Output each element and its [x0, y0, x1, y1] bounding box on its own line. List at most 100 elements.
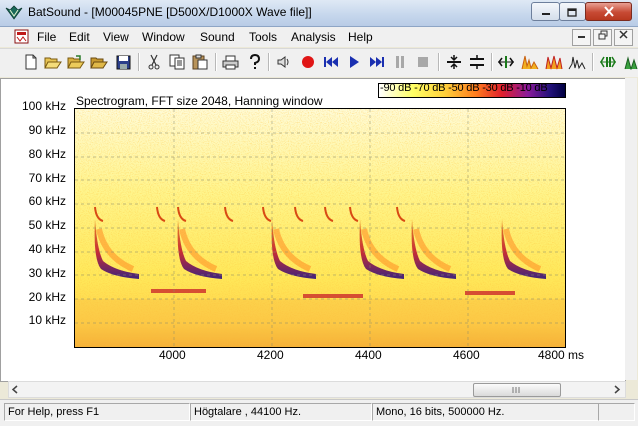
- maximize-button[interactable]: [559, 2, 586, 21]
- output-button[interactable]: [274, 52, 294, 72]
- title-bar[interactable]: BatSound - [M00045PNE [D500X/D1000X Wave…: [0, 0, 638, 27]
- record-icon: [302, 56, 314, 68]
- record-button[interactable]: [298, 52, 318, 72]
- power-spectrum-button[interactable]: [567, 52, 587, 72]
- pulse-icon: [600, 56, 616, 68]
- copy-button[interactable]: [167, 52, 187, 72]
- y-tick-label: 30 kHz: [28, 266, 66, 280]
- close-icon: [619, 30, 628, 39]
- pulse-button[interactable]: [598, 52, 618, 72]
- help-icon: [250, 54, 261, 69]
- marker-icon: [498, 56, 514, 68]
- spectrogram-canvas: [75, 109, 565, 347]
- menu-bar: File Edit View Window Sound Tools Analys…: [0, 27, 638, 47]
- spectrum-icon: [624, 56, 638, 70]
- close-button[interactable]: [585, 2, 632, 21]
- status-help-text: For Help, press F1: [4, 403, 190, 421]
- menu-help[interactable]: Help: [348, 30, 373, 44]
- restore-icon: [567, 7, 577, 17]
- toolbar-separator: [215, 53, 217, 71]
- y-tick-label: 100 kHz: [21, 99, 66, 113]
- marker-button[interactable]: [496, 52, 516, 72]
- y-tick-label: 90 kHz: [28, 123, 66, 137]
- minimize-icon: [541, 12, 550, 15]
- spectrogram-button[interactable]: [544, 52, 564, 72]
- low-frequency-band: [465, 291, 515, 295]
- low-frequency-band: [151, 289, 206, 293]
- rewind-icon: [324, 57, 338, 67]
- play-button[interactable]: [344, 52, 364, 72]
- play-icon: [350, 56, 359, 68]
- mdi-close-button[interactable]: [614, 29, 633, 46]
- mdi-minimize-button[interactable]: [572, 29, 591, 46]
- stop-button[interactable]: [413, 52, 433, 72]
- y-tick-label: 20 kHz: [28, 290, 66, 304]
- toolbar-separator: [138, 53, 140, 71]
- restore-icon: [598, 30, 607, 40]
- low-frequency-band: [303, 294, 363, 298]
- y-tick-label: 80 kHz: [28, 147, 66, 161]
- zoom-in-icon: [447, 55, 461, 69]
- scroll-left-icon[interactable]: [11, 385, 19, 394]
- grip-icon: [512, 387, 520, 393]
- stop-icon: [418, 57, 428, 67]
- zoom-out-button[interactable]: [467, 52, 487, 72]
- toolbar-separator: [491, 53, 493, 71]
- menu-tools[interactable]: Tools: [249, 30, 277, 44]
- pause-button[interactable]: [390, 52, 410, 72]
- cut-icon: [148, 54, 160, 70]
- x-tick-label: 4600: [453, 348, 480, 362]
- print-button[interactable]: [220, 52, 240, 72]
- new-icon: [25, 54, 37, 70]
- paste-icon: [192, 54, 208, 70]
- document-icon[interactable]: [14, 29, 29, 44]
- y-tick-label: 40 kHz: [28, 242, 66, 256]
- status-extra-pane: [598, 403, 635, 421]
- menu-view[interactable]: View: [103, 30, 129, 44]
- window-title: BatSound - [M00045PNE [D500X/D1000X Wave…: [28, 5, 312, 19]
- print-icon: [222, 55, 238, 69]
- mdi-restore-button[interactable]: [593, 29, 612, 46]
- menu-file[interactable]: File: [37, 30, 56, 44]
- power-spectrum-icon: [568, 56, 586, 70]
- menu-analysis[interactable]: Analysis: [291, 30, 336, 44]
- y-tick-label: 70 kHz: [28, 171, 66, 185]
- save-icon: [116, 55, 130, 69]
- status-sound-format: Mono, 16 bits, 500000 Hz.: [372, 403, 599, 421]
- fast-forward-icon: [370, 57, 384, 67]
- zoom-in-button[interactable]: [444, 52, 464, 72]
- scroll-right-icon[interactable]: [613, 385, 621, 394]
- spectrum-button[interactable]: [520, 52, 540, 72]
- new-button[interactable]: [21, 52, 41, 72]
- x-tick-label: 4000: [159, 348, 186, 362]
- toolbar-separator: [592, 53, 594, 71]
- cut-button[interactable]: [144, 52, 164, 72]
- spectrogram-plot[interactable]: [74, 108, 566, 348]
- rewind-button[interactable]: [321, 52, 341, 72]
- open-folder-icon: [67, 55, 85, 69]
- import-button[interactable]: [89, 52, 109, 72]
- minimize-button[interactable]: [531, 2, 560, 21]
- paste-button[interactable]: [190, 52, 210, 72]
- minimize-icon: [578, 36, 585, 38]
- analysis-button[interactable]: [621, 52, 638, 72]
- context-help-button[interactable]: [244, 52, 264, 72]
- menu-sound[interactable]: Sound: [200, 30, 235, 44]
- vertical-scrollbar[interactable]: [625, 78, 637, 380]
- save-button[interactable]: [113, 52, 133, 72]
- horizontal-scrollbar[interactable]: [8, 381, 626, 398]
- menu-window[interactable]: Window: [142, 30, 185, 44]
- open-recent-button[interactable]: [66, 52, 86, 72]
- fast-forward-button[interactable]: [367, 52, 387, 72]
- spectrogram-icon: [545, 55, 563, 70]
- open-button[interactable]: [43, 52, 63, 72]
- open-folder-icon: [90, 57, 108, 69]
- status-output-device: Högtalare , 44100 Hz.: [190, 403, 372, 421]
- menu-edit[interactable]: Edit: [69, 30, 90, 44]
- close-icon: [603, 6, 614, 17]
- copy-icon: [169, 54, 185, 70]
- open-icon: [44, 57, 62, 69]
- x-tick-label: 4200: [257, 348, 284, 362]
- y-tick-label: 10 kHz: [28, 313, 66, 327]
- scrollbar-thumb[interactable]: [473, 383, 561, 397]
